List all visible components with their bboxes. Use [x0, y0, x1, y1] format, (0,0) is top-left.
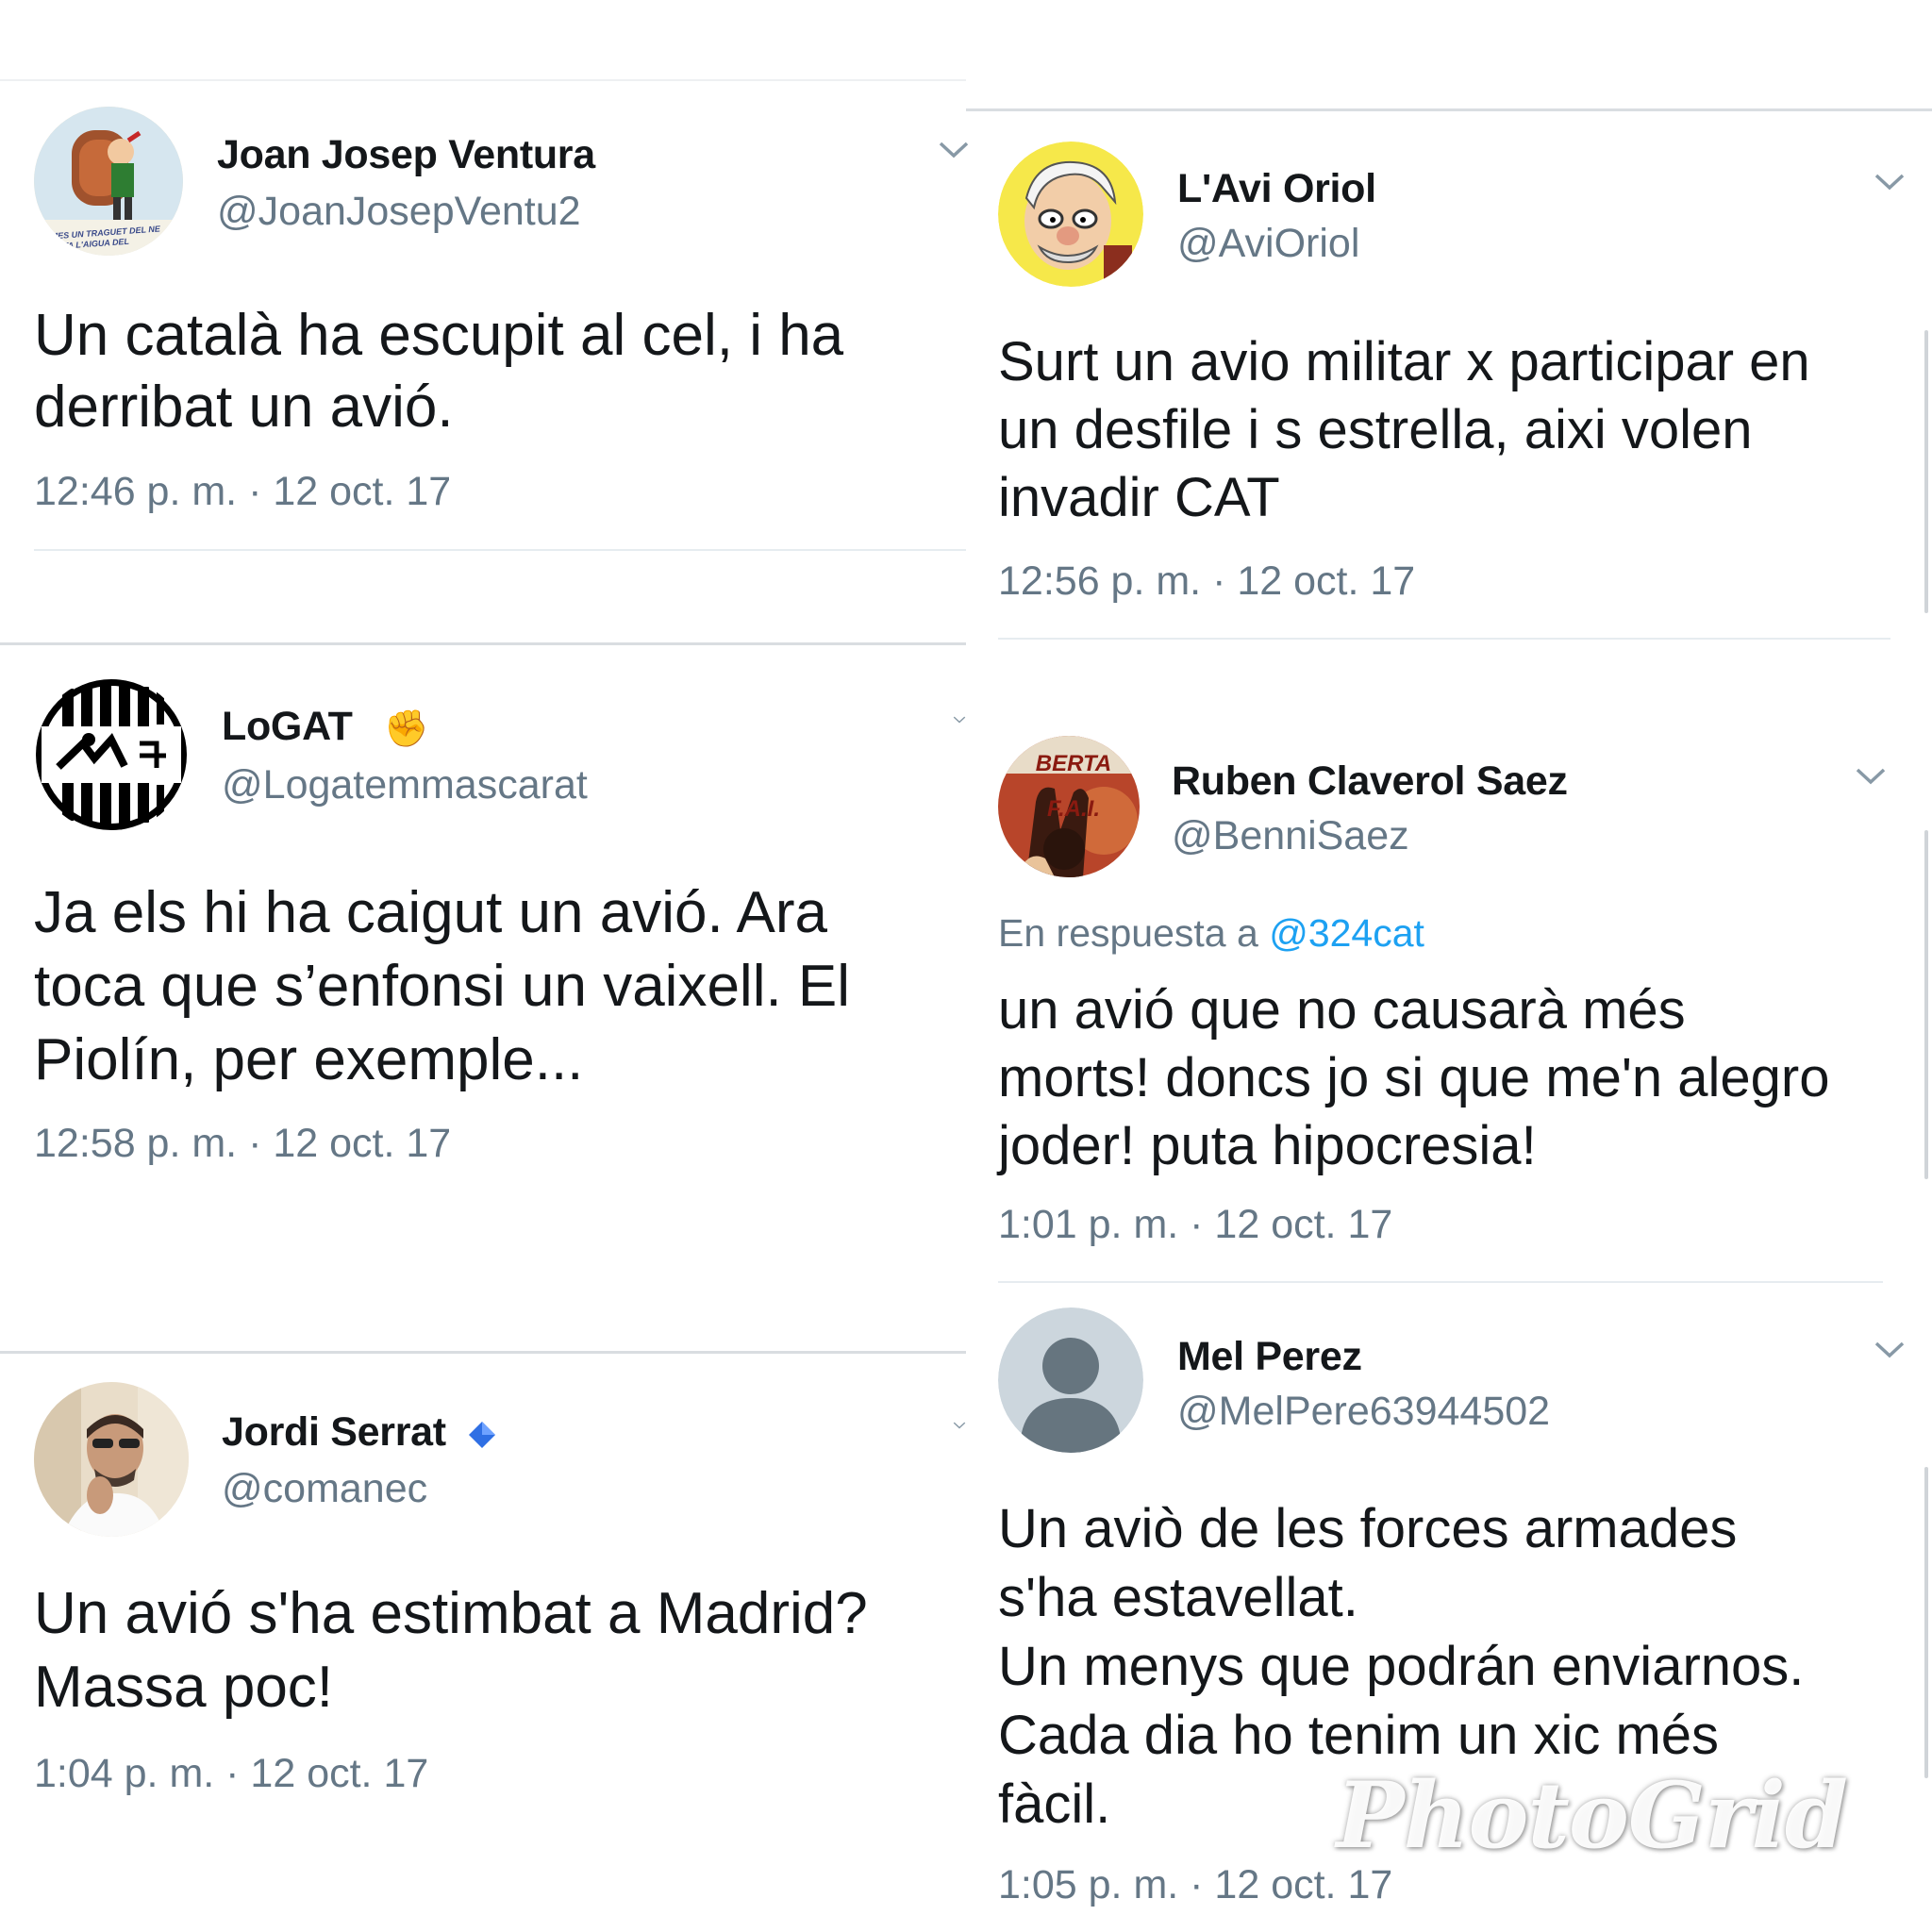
photogrid-watermark: PhotoGrid — [1336, 1762, 1848, 1869]
chevron-down-icon[interactable] — [1855, 766, 1887, 787]
timestamp[interactable]: 12:58 p. m. · 12 oct. 17 — [34, 1121, 451, 1167]
tweet-text: Ja els hi ha caigut un avió. Ara toca qu… — [34, 880, 851, 1092]
avatar-poster-text: BERTA F.A.I. — [1035, 751, 1112, 822]
reply-context: En respuesta a @324cat — [998, 911, 1424, 956]
display-name[interactable]: Joan Josep Ventura — [217, 132, 595, 178]
avatar[interactable] — [998, 142, 1143, 287]
timestamp[interactable]: 12:56 p. m. · 12 oct. 17 — [998, 558, 1415, 605]
timestamp[interactable]: 1:04 p. m. · 12 oct. 17 — [34, 1751, 428, 1797]
user-handle[interactable]: @BenniSaez — [1172, 813, 1409, 859]
raised-fist-emoji-icon: ✊ — [384, 708, 429, 749]
chevron-down-icon[interactable] — [1874, 1340, 1906, 1360]
panel-divider-top-right — [966, 108, 1932, 111]
avatar[interactable] — [998, 1307, 1143, 1453]
mention-link[interactable]: @324cat — [1269, 911, 1424, 955]
user-handle[interactable]: @JoanJosepVentu2 — [217, 189, 581, 235]
tweet-text: Un avió s'ha estimbat a Madrid? Massa po… — [34, 1581, 868, 1720]
user-handle[interactable]: @comanec — [222, 1466, 427, 1512]
panel-divider-left-1 — [0, 642, 966, 645]
display-name[interactable]: LoGAT ✊ — [222, 704, 429, 750]
avatar[interactable] — [34, 677, 189, 832]
panel-divider-left-2 — [0, 1351, 966, 1354]
scroll-edge-mark — [1924, 830, 1928, 1179]
tweet-text: Surt un avio militar x participar en un … — [998, 331, 1810, 528]
photo-avatar-icon — [34, 1382, 189, 1537]
timestamp[interactable]: 1:01 p. m. · 12 oct. 17 — [998, 1202, 1392, 1248]
chevron-down-icon[interactable] — [1874, 172, 1906, 192]
logo-avatar-icon — [36, 679, 187, 830]
avatar[interactable] — [34, 1382, 189, 1537]
avatar[interactable]: MES UN TRAGUET DEL NE TOTA L'AIGUA DEL — [34, 107, 183, 256]
separator — [34, 549, 966, 551]
display-name[interactable]: Mel Perez — [1177, 1334, 1362, 1380]
display-name[interactable]: Jordi Serrat — [222, 1409, 498, 1456]
separator — [998, 638, 1890, 640]
user-handle[interactable]: @AviOriol — [1177, 221, 1359, 267]
scroll-edge-mark — [1924, 330, 1928, 613]
timestamp[interactable]: 1:05 p. m. · 12 oct. 17 — [998, 1862, 1392, 1908]
panel-divider-top-left — [0, 79, 966, 81]
display-name[interactable]: L'Avi Oriol — [1177, 166, 1376, 212]
chevron-down-icon[interactable] — [953, 1415, 966, 1436]
separator — [998, 1281, 1883, 1283]
avatar[interactable]: BERTA F.A.I. — [998, 736, 1140, 877]
timestamp[interactable]: 12:46 p. m. · 12 oct. 17 — [34, 469, 451, 515]
display-name[interactable]: Ruben Claverol Saez — [1172, 758, 1568, 805]
tweet-text: un avió que no causarà més morts! doncs … — [998, 979, 1830, 1176]
default-profile-icon — [998, 1307, 1143, 1453]
user-handle[interactable]: @MelPere63944502 — [1177, 1389, 1550, 1435]
chevron-down-icon[interactable] — [953, 709, 966, 730]
reply-prefix: En respuesta a — [998, 911, 1258, 955]
scroll-edge-mark — [1924, 1467, 1928, 1778]
display-name-text: LoGAT — [222, 704, 353, 749]
cartoon-avatar-icon — [998, 142, 1143, 287]
verified-badge-icon — [469, 1421, 496, 1448]
chevron-down-icon[interactable] — [938, 140, 970, 160]
tweet-text: Un català ha escupit al cel, i ha derrib… — [34, 303, 844, 440]
display-name-text: Jordi Serrat — [222, 1409, 446, 1455]
user-handle[interactable]: @Logatemmascarat — [222, 762, 588, 808]
